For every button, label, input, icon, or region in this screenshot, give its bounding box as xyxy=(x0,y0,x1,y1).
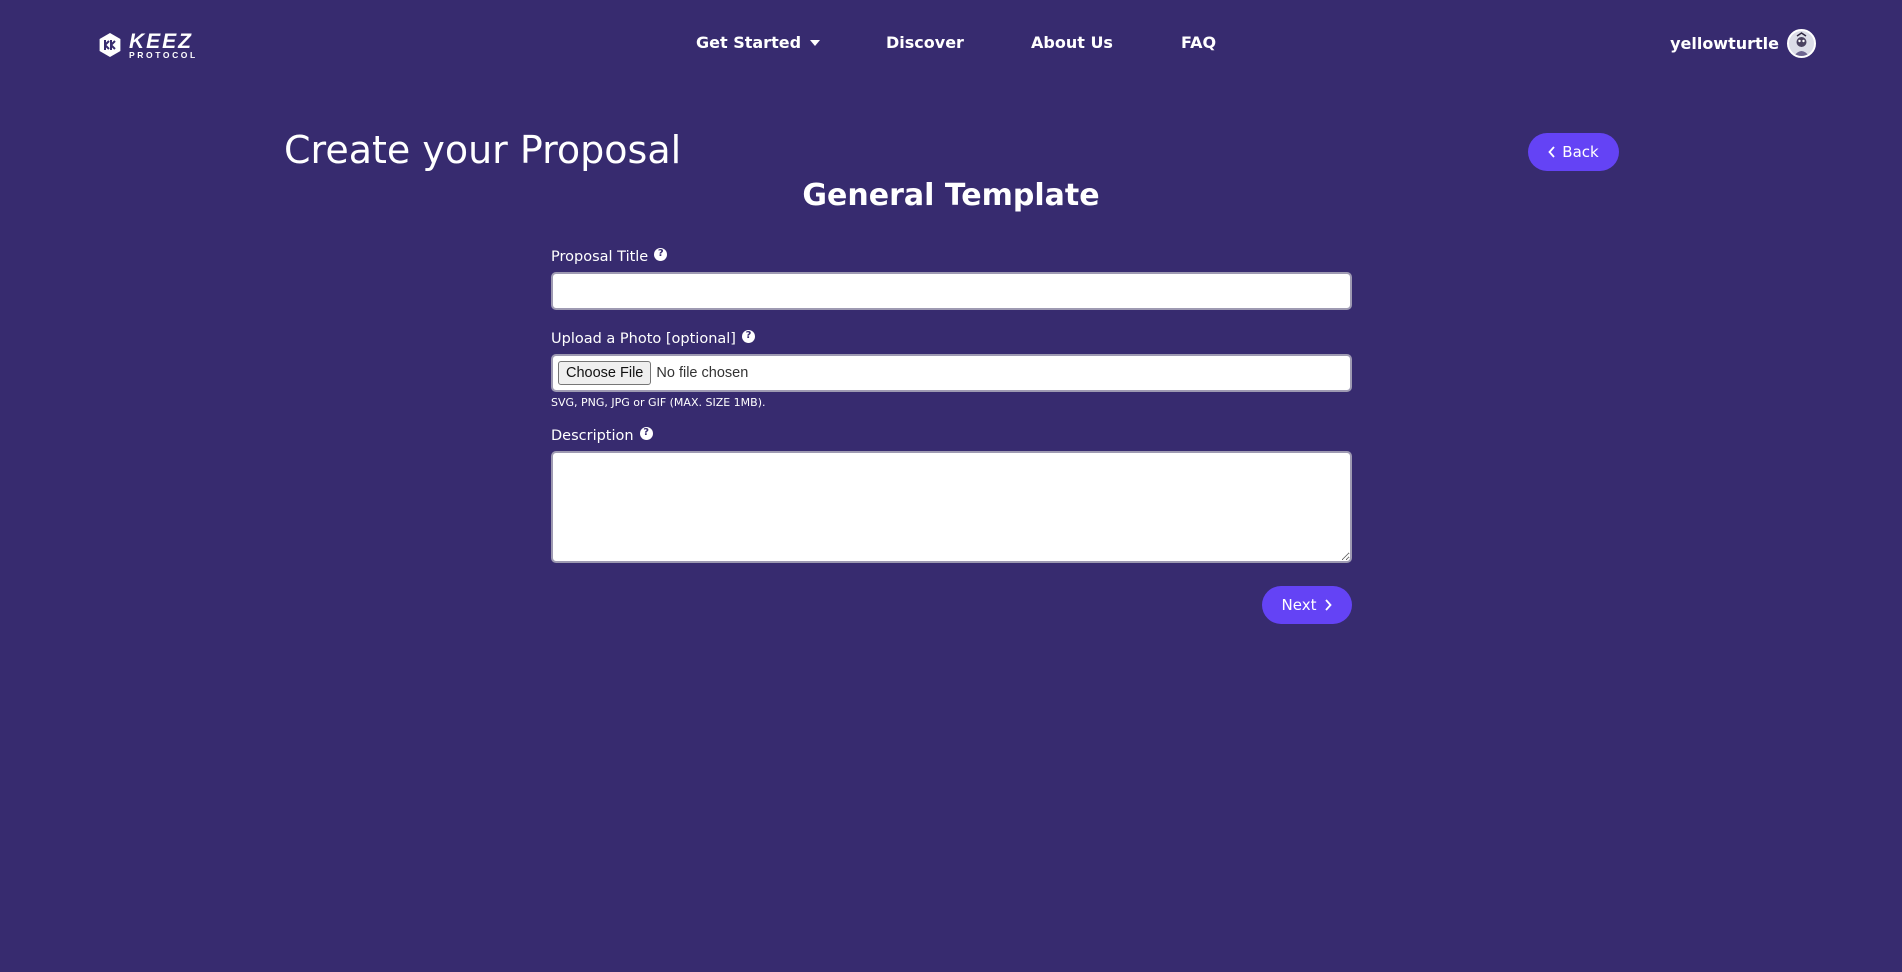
file-status-text: No file chosen xyxy=(656,365,749,381)
photo-file-input[interactable]: Choose File No file chosen xyxy=(551,354,1352,392)
description-textarea[interactable] xyxy=(551,451,1352,563)
next-button[interactable]: Next xyxy=(1262,586,1352,624)
upload-photo-label-text: Upload a Photo [optional] xyxy=(551,331,736,347)
nav-discover[interactable]: Discover xyxy=(886,33,964,52)
user-menu[interactable]: yellowturtle xyxy=(1670,29,1816,58)
top-navigation: KEEZ PROTOCOL Get Started Discover About… xyxy=(0,0,1902,88)
back-button[interactable]: Back xyxy=(1528,133,1619,171)
choose-file-button[interactable]: Choose File xyxy=(558,361,652,385)
avatar[interactable] xyxy=(1787,29,1816,58)
avatar-image-icon xyxy=(1789,31,1814,56)
username: yellowturtle xyxy=(1670,34,1779,53)
nav-get-started[interactable]: Get Started xyxy=(696,33,821,52)
template-subtitle: General Template xyxy=(802,178,1100,213)
proposal-title-label-text: Proposal Title xyxy=(551,249,649,265)
nav-about-us-label: About Us xyxy=(1031,33,1113,52)
proposal-title-label: Proposal Title ? xyxy=(551,247,668,265)
chevron-right-icon xyxy=(1325,599,1333,611)
description-label: Description ? xyxy=(551,426,653,444)
proposal-title-input[interactable] xyxy=(551,272,1352,310)
nav-faq[interactable]: FAQ xyxy=(1181,33,1216,52)
nav-about-us[interactable]: About Us xyxy=(1031,33,1113,52)
main-nav: Get Started Discover About Us FAQ xyxy=(0,33,1902,55)
nav-faq-label: FAQ xyxy=(1181,33,1217,52)
upload-photo-label: Upload a Photo [optional] ? xyxy=(551,329,755,347)
help-icon[interactable]: ? xyxy=(654,247,668,261)
nav-discover-label: Discover xyxy=(886,33,964,52)
caret-down-icon xyxy=(810,39,821,46)
page-title: Create your Proposal xyxy=(284,128,682,172)
back-button-label: Back xyxy=(1562,143,1599,161)
photo-format-hint: SVG, PNG, JPG or GIF (MAX. SIZE 1MB). xyxy=(551,396,766,409)
nav-get-started-label: Get Started xyxy=(696,33,802,52)
description-label-text: Description xyxy=(551,428,634,444)
next-button-label: Next xyxy=(1281,596,1317,614)
help-icon[interactable]: ? xyxy=(639,426,653,440)
help-icon[interactable]: ? xyxy=(741,329,755,343)
chevron-left-icon xyxy=(1548,146,1555,158)
